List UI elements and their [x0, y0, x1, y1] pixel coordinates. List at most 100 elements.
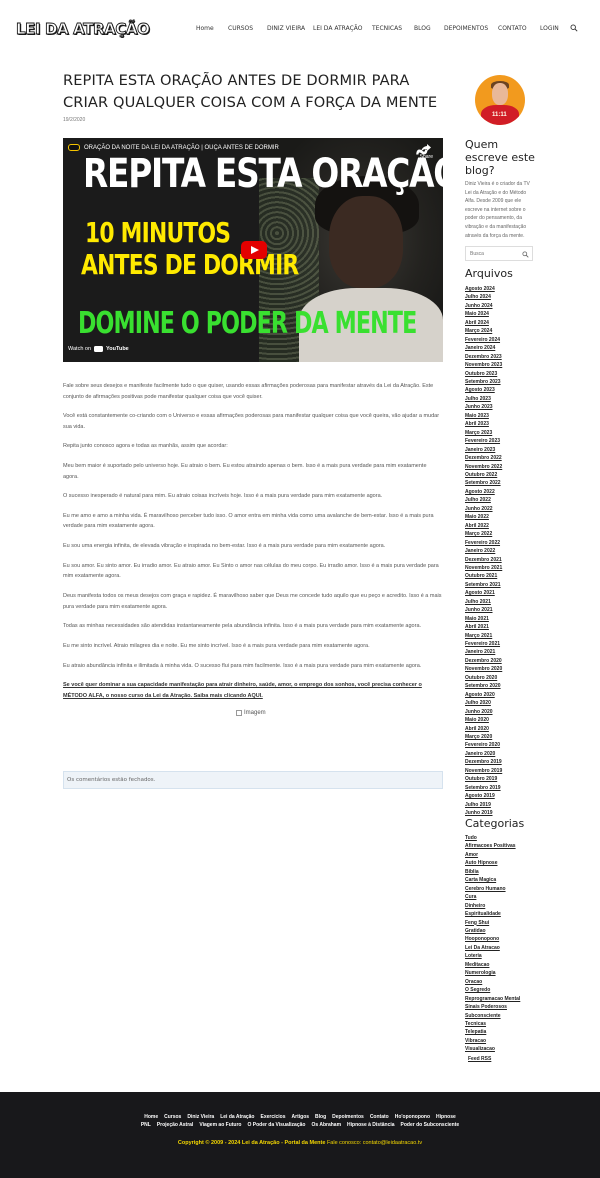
archive-link[interactable]: Maio 2024 — [465, 310, 537, 318]
archive-link[interactable]: Maio 2022 — [465, 513, 537, 521]
search-input[interactable] — [470, 250, 522, 258]
nav-cursos[interactable]: CURSOS — [228, 25, 253, 32]
archive-link[interactable]: Maio 2023 — [465, 412, 537, 420]
footer-link[interactable]: Viagem ao Futuro — [199, 1122, 241, 1128]
archive-link[interactable]: Julho 2023 — [465, 395, 537, 403]
search-icon[interactable] — [570, 24, 578, 32]
archive-link[interactable]: Dezembro 2019 — [465, 758, 537, 766]
archive-link[interactable]: Abril 2023 — [465, 420, 537, 428]
archive-link[interactable]: Julho 2020 — [465, 699, 537, 707]
archive-link[interactable]: Junho 2021 — [465, 606, 537, 614]
archive-link[interactable]: Fevereiro 2021 — [465, 640, 537, 648]
category-link[interactable]: Loteria — [465, 952, 537, 960]
nav-contato[interactable]: CONTATO — [498, 25, 527, 32]
archive-link[interactable]: Agosto 2024 — [465, 285, 537, 293]
archive-link[interactable]: Abril 2024 — [465, 319, 537, 327]
archive-link[interactable]: Junho 2020 — [465, 708, 537, 716]
footer-link[interactable]: Depoimentos — [332, 1114, 364, 1120]
archive-link[interactable]: Janeiro 2024 — [465, 344, 537, 352]
archive-link[interactable]: Agosto 2020 — [465, 691, 537, 699]
archive-link[interactable]: Fevereiro 2023 — [465, 437, 537, 445]
category-link[interactable]: Cerebro Humano — [465, 885, 537, 893]
category-link[interactable]: Telepatia — [465, 1028, 537, 1036]
nav-tecnicas[interactable]: TECNICAS — [372, 25, 402, 32]
video-bar-title[interactable]: ORAÇÃO DA NOITE DA LEI DA ATRAÇÃO | OUÇA… — [84, 145, 279, 151]
footer-link[interactable]: Blog — [315, 1114, 326, 1120]
archive-link[interactable]: Julho 2019 — [465, 801, 537, 809]
category-link[interactable]: Meditacao — [465, 961, 537, 969]
category-link[interactable]: Vibracao — [465, 1037, 537, 1045]
archive-link[interactable]: Outubro 2023 — [465, 370, 537, 378]
sidebar-search[interactable] — [465, 246, 533, 261]
archive-link[interactable]: Agosto 2021 — [465, 589, 537, 597]
category-link[interactable]: Afirmacoes Positivas — [465, 842, 537, 850]
footer-link[interactable]: Hipnose à Distância — [347, 1122, 395, 1128]
play-button-icon[interactable] — [241, 241, 267, 259]
archive-link[interactable]: Junho 2022 — [465, 505, 537, 513]
archive-link[interactable]: Abril 2020 — [465, 725, 537, 733]
category-link[interactable]: Espiritualidade — [465, 910, 537, 918]
archive-link[interactable]: Julho 2022 — [465, 496, 537, 504]
category-link[interactable]: Auto Hipnose — [465, 859, 537, 867]
category-link[interactable]: Hooponopono — [465, 935, 537, 943]
feed-rss-link[interactable]: Feed RSS — [468, 1056, 491, 1062]
archive-link[interactable]: Dezembro 2021 — [465, 556, 537, 564]
archive-link[interactable]: Novembro 2022 — [465, 463, 537, 471]
nav-diniz-vieira[interactable]: DINIZ VIEIRA — [267, 25, 305, 32]
archive-link[interactable]: Janeiro 2023 — [465, 446, 537, 454]
category-link[interactable]: Amor — [465, 851, 537, 859]
archive-link[interactable]: Março 2022 — [465, 530, 537, 538]
category-link[interactable]: Lei Da Atracao — [465, 944, 537, 952]
category-link[interactable]: Subconsciente — [465, 1012, 537, 1020]
archive-link[interactable]: Setembro 2022 — [465, 479, 537, 487]
category-link[interactable]: Gratidao — [465, 927, 537, 935]
archive-link[interactable]: Fevereiro 2024 — [465, 336, 537, 344]
archive-link[interactable]: Fevereiro 2020 — [465, 741, 537, 749]
category-link[interactable]: Visualizacao — [465, 1045, 537, 1053]
footer-link[interactable]: Projeção Astral — [157, 1122, 194, 1128]
archive-link[interactable]: Março 2024 — [465, 327, 537, 335]
archive-link[interactable]: Abril 2021 — [465, 623, 537, 631]
footer-link[interactable]: O Poder da Visualização — [247, 1122, 305, 1128]
category-link[interactable]: Oracao — [465, 978, 537, 986]
archive-link[interactable]: Novembro 2023 — [465, 361, 537, 369]
footer-link[interactable]: Cursos — [164, 1114, 181, 1120]
category-link[interactable]: O Segredo — [465, 986, 537, 994]
footer-link[interactable]: Lei da Atração — [220, 1114, 254, 1120]
archive-link[interactable]: Março 2020 — [465, 733, 537, 741]
search-icon[interactable] — [522, 251, 529, 258]
footer-link[interactable]: Artigos — [292, 1114, 310, 1120]
category-link[interactable]: Dinheiro — [465, 902, 537, 910]
archive-link[interactable]: Agosto 2022 — [465, 488, 537, 496]
archive-link[interactable]: Setembro 2023 — [465, 378, 537, 386]
archive-link[interactable]: Fevereiro 2022 — [465, 539, 537, 547]
nav-blog[interactable]: BLOG — [414, 25, 431, 32]
archive-link[interactable]: Novembro 2020 — [465, 665, 537, 673]
archive-link[interactable]: Outubro 2020 — [465, 674, 537, 682]
footer-link[interactable]: Home — [144, 1114, 158, 1120]
archive-link[interactable]: Maio 2020 — [465, 716, 537, 724]
nav-depoimentos[interactable]: DEPOIMENTOS — [444, 25, 488, 32]
nav-lei-da-atracao[interactable]: LEI DA ATRAÇÃO — [313, 25, 362, 32]
archive-link[interactable]: Junho 2024 — [465, 302, 537, 310]
archive-link[interactable]: Março 2021 — [465, 632, 537, 640]
archive-link[interactable]: Dezembro 2020 — [465, 657, 537, 665]
archive-link[interactable]: Janeiro 2022 — [465, 547, 537, 555]
archive-link[interactable]: Abril 2022 — [465, 522, 537, 530]
footer-link[interactable]: Ho'oponopono — [395, 1114, 430, 1120]
category-link[interactable]: Carta Magica — [465, 876, 537, 884]
archive-link[interactable]: Outubro 2021 — [465, 572, 537, 580]
site-logo[interactable]: LEI DA ATRAÇÃO — [16, 20, 151, 39]
category-link[interactable]: Numerologia — [465, 969, 537, 977]
footer-link[interactable]: Hipnose — [436, 1114, 456, 1120]
nav-home[interactable]: Home — [196, 25, 214, 32]
footer-link[interactable]: Diniz Vieira — [187, 1114, 214, 1120]
archive-link[interactable]: Julho 2024 — [465, 293, 537, 301]
archive-link[interactable]: Setembro 2019 — [465, 784, 537, 792]
footer-link[interactable]: Exercícios — [261, 1114, 286, 1120]
archive-link[interactable]: Junho 2023 — [465, 403, 537, 411]
video-embed[interactable]: ORAÇÃO DA NOITE DA LEI DA ATRAÇÃO | OUÇA… — [63, 138, 443, 362]
archive-link[interactable]: Dezembro 2022 — [465, 454, 537, 462]
archive-link[interactable]: Setembro 2020 — [465, 682, 537, 690]
archive-link[interactable]: Novembro 2021 — [465, 564, 537, 572]
